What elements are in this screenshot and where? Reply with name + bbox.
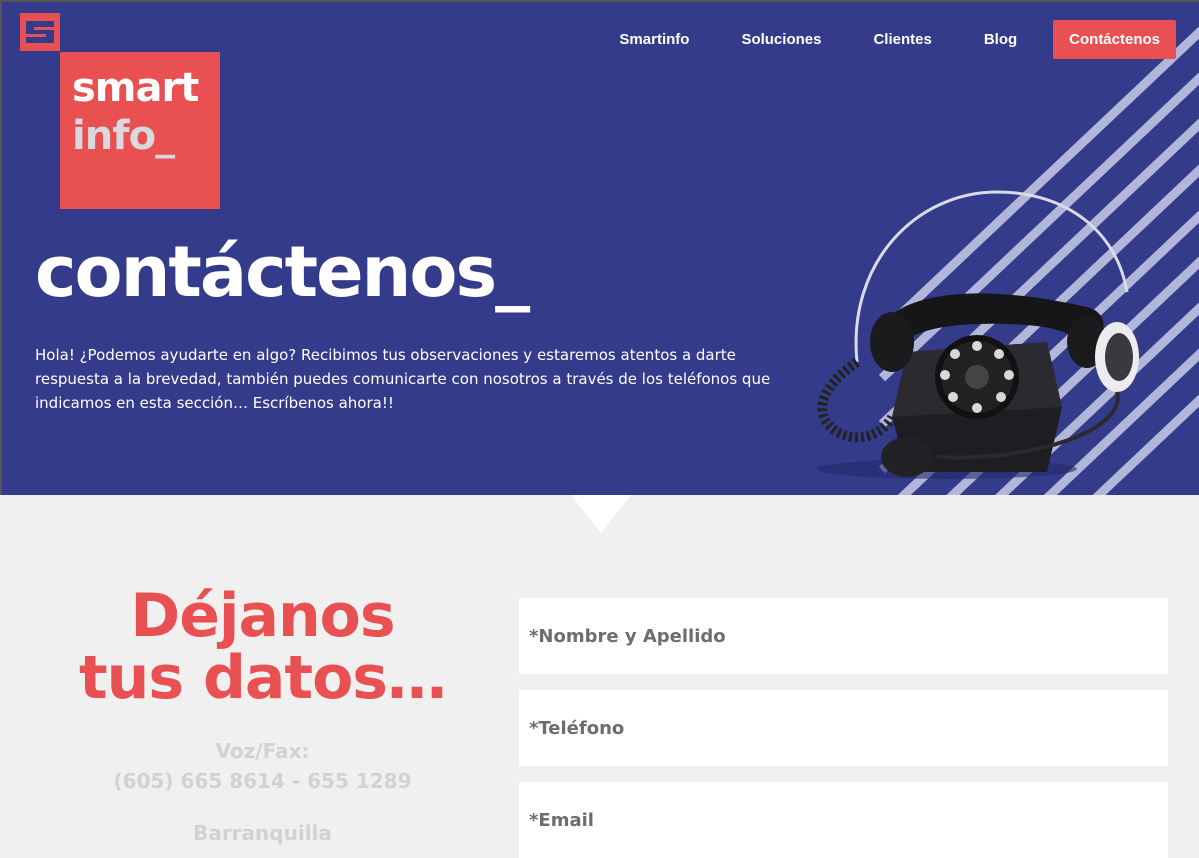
logo-text-info: info_: [72, 113, 175, 159]
nav-link-blog[interactable]: Blog: [984, 21, 1017, 58]
logo-text-smart: smart: [72, 65, 199, 111]
section-pointer-notch: [571, 495, 631, 533]
phone-value[interactable]: (605) 665 8614 - 655 1289: [30, 769, 495, 793]
contact-info-column: Déjanos tus datos… Voz/Fax: (605) 665 86…: [30, 585, 495, 845]
email-field[interactable]: [519, 782, 1168, 858]
name-field[interactable]: [519, 598, 1168, 674]
nav-link-clientes[interactable]: Clientes: [873, 21, 931, 58]
form-heading-line1: Déjanos: [130, 581, 395, 651]
hero-description: Hola! ¿Podemos ayudarte en algo? Recibim…: [35, 346, 771, 412]
brand-mark-icon[interactable]: [20, 13, 60, 51]
next-section-label: Barranquilla: [193, 821, 332, 845]
nav-contact-button[interactable]: Contáctenos: [1053, 20, 1176, 59]
nav-link-smartinfo[interactable]: Smartinfo: [619, 21, 689, 58]
form-heading-line2: tus datos…: [78, 643, 447, 713]
form-heading: Déjanos tus datos…: [30, 585, 495, 709]
main-nav: Smartinfo Soluciones Clientes Blog Contá…: [567, 20, 1176, 59]
page-title: contáctenos_: [35, 231, 530, 313]
hero-section: smart info_ Smartinfo Soluciones Cliente…: [0, 0, 1199, 495]
phone-label: Voz/Fax:: [215, 739, 310, 763]
phone-field[interactable]: [519, 690, 1168, 766]
nav-link-soluciones[interactable]: Soluciones: [741, 21, 821, 58]
brand-logo[interactable]: smart info_: [60, 52, 220, 209]
rotary-phone-with-headset-icon: [817, 190, 1139, 479]
